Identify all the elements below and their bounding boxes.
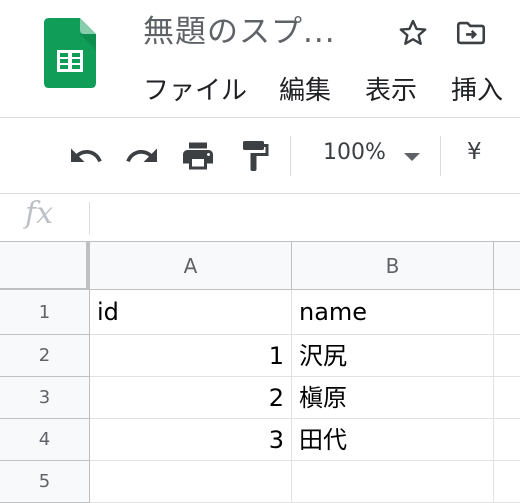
menu-file[interactable]: ファイル (143, 70, 247, 107)
cell-c5[interactable] (494, 461, 520, 503)
cell-a1[interactable]: id (90, 290, 292, 335)
cell-c4[interactable] (494, 419, 520, 461)
column-header-b[interactable]: B (292, 242, 494, 290)
toolbar-separator (290, 136, 291, 176)
cell-b4[interactable]: 田代 (292, 419, 494, 461)
row-header[interactable]: 5 (0, 461, 90, 503)
select-all-corner[interactable] (0, 242, 90, 292)
move-to-folder-icon[interactable] (454, 16, 488, 50)
row-header[interactable]: 4 (0, 419, 90, 461)
row-header[interactable]: 3 (0, 377, 90, 419)
menu-edit[interactable]: 編集 (279, 70, 331, 107)
currency-format-button[interactable]: ¥ (467, 139, 482, 165)
print-icon[interactable] (180, 138, 216, 174)
fx-icon: fx (25, 196, 54, 231)
document-title[interactable]: 無題のスプ... (143, 6, 336, 51)
cell-b2[interactable]: 沢尻 (292, 335, 494, 377)
formula-input[interactable] (98, 198, 520, 238)
redo-icon[interactable] (124, 138, 160, 174)
zoom-select[interactable]: 100% (323, 140, 386, 165)
row-header[interactable]: 2 (0, 335, 90, 377)
cell-b5[interactable] (292, 461, 494, 503)
cell-b1[interactable]: name (292, 290, 494, 335)
cell-a2[interactable]: 1 (90, 335, 292, 377)
zoom-dropdown-arrow-icon[interactable] (404, 153, 420, 161)
formula-bar-separator (89, 202, 90, 234)
cell-c1[interactable] (494, 290, 520, 335)
toolbar-divider (0, 193, 520, 194)
paint-format-icon[interactable] (237, 138, 273, 174)
cell-b3[interactable]: 槇原 (292, 377, 494, 419)
cell-c3[interactable] (494, 377, 520, 419)
cell-c2[interactable] (494, 335, 520, 377)
menu-view[interactable]: 表示 (365, 70, 417, 107)
toolbar-separator (440, 136, 441, 176)
cell-a3[interactable]: 2 (90, 377, 292, 419)
sheets-logo-icon[interactable] (44, 18, 96, 88)
column-header-a[interactable]: A (90, 242, 292, 290)
undo-icon[interactable] (68, 138, 104, 174)
row-header[interactable]: 1 (0, 290, 90, 335)
column-header-c[interactable] (494, 242, 520, 290)
cell-a4[interactable]: 3 (90, 419, 292, 461)
header-divider (0, 117, 520, 118)
menu-insert[interactable]: 挿入 (451, 70, 503, 107)
cell-a5[interactable] (90, 461, 292, 503)
star-icon[interactable] (396, 16, 430, 50)
